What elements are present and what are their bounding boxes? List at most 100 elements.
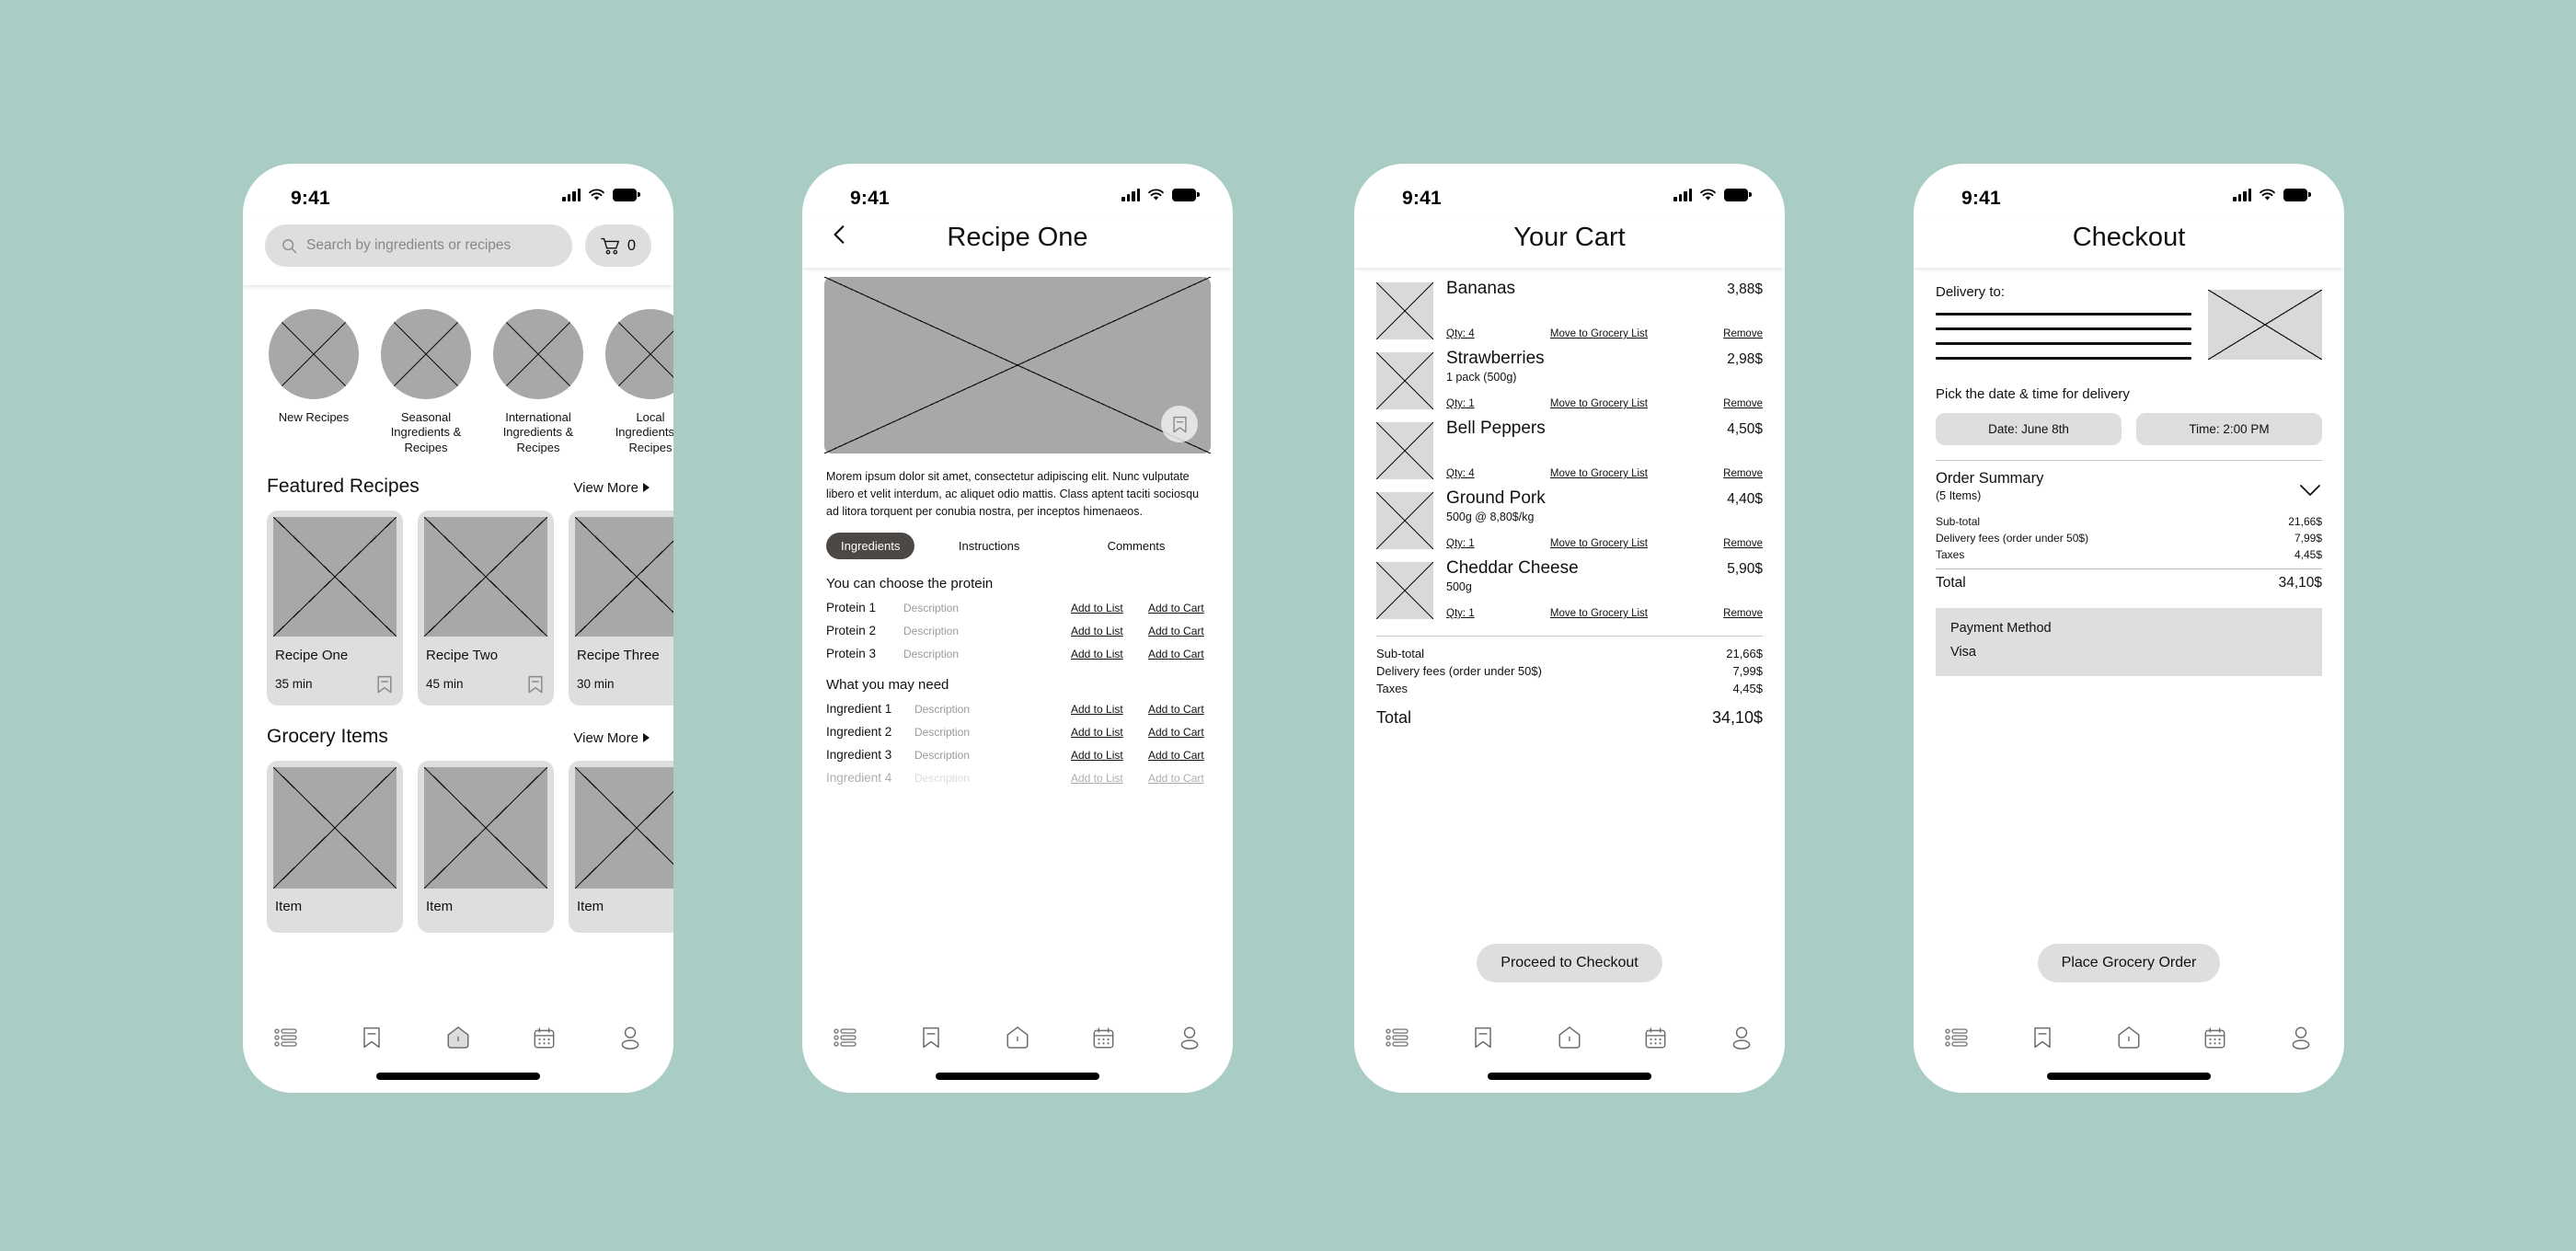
remove-link[interactable]: Remove [1723,608,1763,619]
tab-list[interactable] [1931,1017,1983,1058]
hero-bookmark-button[interactable] [1161,406,1198,442]
cart-item-image [1376,422,1433,479]
category-item[interactable]: Seasonal Ingredients & Recipes [381,309,471,455]
quantity-link[interactable]: Qty: 1 [1446,608,1475,619]
cart-button[interactable]: 0 [585,224,651,267]
add-to-cart-link[interactable]: Add to Cart [1148,772,1209,785]
tab-saved[interactable] [2017,1017,2068,1058]
quantity-link[interactable]: Qty: 1 [1446,538,1475,549]
place-grocery-order-button[interactable]: Place Grocery Order [2037,944,2221,982]
move-to-grocery-list-link[interactable]: Move to Grocery List [1550,468,1648,479]
add-to-cart-link[interactable]: Add to Cart [1148,703,1209,716]
add-to-cart-link[interactable]: Add to Cart [1148,602,1209,614]
tab-list[interactable] [820,1017,871,1058]
bookmark-minus-icon[interactable] [527,674,544,694]
bottom-tab-bar[interactable] [1354,1004,1785,1093]
move-to-grocery-list-link[interactable]: Move to Grocery List [1550,608,1648,619]
recipe-tabs[interactable]: Ingredients Instructions Comments [802,520,1233,560]
recipe-time: 45 min [426,677,464,692]
add-to-list-link[interactable]: Add to List [1071,648,1139,660]
category-carousel[interactable]: New Recipes Seasonal Ingredients & Recip… [243,285,673,455]
add-to-cart-link[interactable]: Add to Cart [1148,726,1209,739]
tab-home[interactable] [432,1017,484,1058]
grocery-carousel[interactable]: Item Item Item [243,748,673,933]
grocery-card[interactable]: Item [418,760,554,933]
chevron-down-icon[interactable] [2298,483,2322,498]
add-to-list-link[interactable]: Add to List [1071,703,1139,716]
move-to-grocery-list-link[interactable]: Move to Grocery List [1550,538,1648,549]
wifi-icon [1148,188,1164,201]
add-to-cart-link[interactable]: Add to Cart [1148,648,1209,660]
featured-carousel[interactable]: Recipe One 35 min Recipe Two 45 min Reci… [243,498,673,706]
search-input[interactable]: Search by ingredients or recipes [265,224,572,267]
pick-date-time-label: Pick the date & time for delivery [1936,386,2130,402]
tab-instructions[interactable]: Instructions [914,539,1064,553]
status-icons [562,188,640,201]
tab-profile[interactable] [2275,1017,2327,1058]
quantity-link[interactable]: Qty: 4 [1446,468,1475,479]
tab-list[interactable] [1372,1017,1423,1058]
recipe-card[interactable]: Recipe One 35 min [267,510,403,706]
add-to-list-link[interactable]: Add to List [1071,602,1139,614]
bottom-tab-bar[interactable] [1914,1004,2344,1093]
recipe-card[interactable]: Recipe Three 30 min [569,510,673,706]
tab-planner[interactable] [519,1017,570,1058]
cellular-signal-icon [2233,188,2251,201]
tab-planner[interactable] [1630,1017,1682,1058]
tab-saved[interactable] [1457,1017,1509,1058]
bottom-tab-bar[interactable] [802,1004,1233,1093]
grocery-image [273,766,397,889]
grocery-card[interactable]: Item [267,760,403,933]
remove-link[interactable]: Remove [1723,328,1763,339]
remove-link[interactable]: Remove [1723,538,1763,549]
add-to-list-link[interactable]: Add to List [1071,625,1139,637]
recipe-card[interactable]: Recipe Two 45 min [418,510,554,706]
tab-profile[interactable] [604,1017,656,1058]
remove-link[interactable]: Remove [1723,468,1763,479]
home-icon [447,1027,469,1049]
move-to-grocery-list-link[interactable]: Move to Grocery List [1550,328,1648,339]
payment-method-card[interactable]: Payment Method Visa [1936,608,2322,676]
bookmark-minus-icon[interactable] [376,674,393,694]
tab-profile[interactable] [1716,1017,1767,1058]
status-bar: 9:41 [802,164,1233,221]
quantity-link[interactable]: Qty: 1 [1446,398,1475,409]
ingredient-name: Ingredient 1 [826,702,892,717]
add-to-list-link[interactable]: Add to List [1071,749,1139,762]
bottom-tab-bar[interactable] [243,1004,673,1093]
tab-saved[interactable] [346,1017,397,1058]
add-to-list-link[interactable]: Add to List [1071,726,1139,739]
time-picker-button[interactable]: Time: 2:00 PM [2136,413,2322,445]
tab-planner[interactable] [1078,1017,1130,1058]
ingredient-description: Description [914,749,971,763]
cellular-signal-icon [1121,188,1140,201]
featured-view-more-link[interactable]: View More [573,480,650,496]
category-item[interactable]: International Ingredients & Recipes [493,309,583,455]
add-to-cart-link[interactable]: Add to Cart [1148,625,1209,637]
category-item[interactable]: Local Ingredients & Recipes [605,309,673,455]
grocery-card[interactable]: Item [569,760,673,933]
tab-home[interactable] [992,1017,1043,1058]
date-time-row: Date: June 8th Time: 2:00 PM [1914,402,2344,445]
remove-link[interactable]: Remove [1723,398,1763,409]
grocery-view-more-link[interactable]: View More [573,730,650,746]
proceed-to-checkout-button[interactable]: Proceed to Checkout [1477,944,1662,982]
date-picker-button[interactable]: Date: June 8th [1936,413,2122,445]
tab-list[interactable] [260,1017,312,1058]
tab-home[interactable] [2103,1017,2155,1058]
featured-title: Featured Recipes [267,475,420,497]
order-summary-header[interactable]: Order Summary (5 Items) [1914,461,2344,502]
add-to-list-link[interactable]: Add to List [1071,772,1139,785]
category-item[interactable]: New Recipes [269,309,359,455]
add-to-cart-link[interactable]: Add to Cart [1148,749,1209,762]
move-to-grocery-list-link[interactable]: Move to Grocery List [1550,398,1648,409]
tab-comments[interactable]: Comments [1064,539,1209,553]
tab-home[interactable] [1544,1017,1595,1058]
quantity-link[interactable]: Qty: 4 [1446,328,1475,339]
tab-planner[interactable] [2190,1017,2241,1058]
tab-saved[interactable] [905,1017,957,1058]
chevron-left-icon[interactable] [828,223,852,247]
tab-ingredients[interactable]: Ingredients [826,533,915,560]
recipe-time: 35 min [275,677,313,692]
tab-profile[interactable] [1164,1017,1215,1058]
